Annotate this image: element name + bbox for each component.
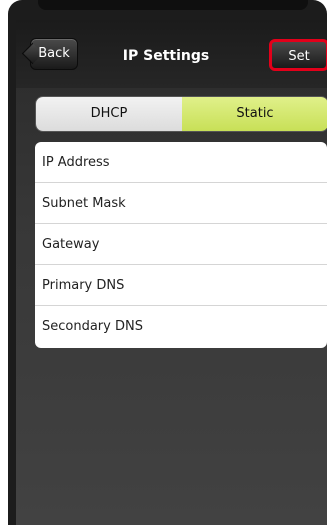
ip-mode-segmented-control: DHCP Static <box>35 96 327 132</box>
screen: Back IP Settings Set DHCP Static IP Addr… <box>16 20 327 525</box>
segment-static[interactable]: Static <box>182 97 327 131</box>
field-primary-dns[interactable]: Primary DNS <box>35 265 327 306</box>
field-ip-address[interactable]: IP Address <box>35 142 327 183</box>
set-button[interactable]: Set <box>269 39 327 71</box>
navigation-bar: Back IP Settings Set <box>16 20 327 88</box>
field-secondary-dns[interactable]: Secondary DNS <box>35 306 327 347</box>
field-subnet-mask[interactable]: Subnet Mask <box>35 183 327 224</box>
segment-dhcp[interactable]: DHCP <box>36 97 182 131</box>
device-top-edge <box>38 0 308 10</box>
device-frame: Back IP Settings Set DHCP Static IP Addr… <box>8 0 327 525</box>
ip-settings-list: IP Address Subnet Mask Gateway Primary D… <box>35 142 327 348</box>
field-gateway[interactable]: Gateway <box>35 224 327 265</box>
